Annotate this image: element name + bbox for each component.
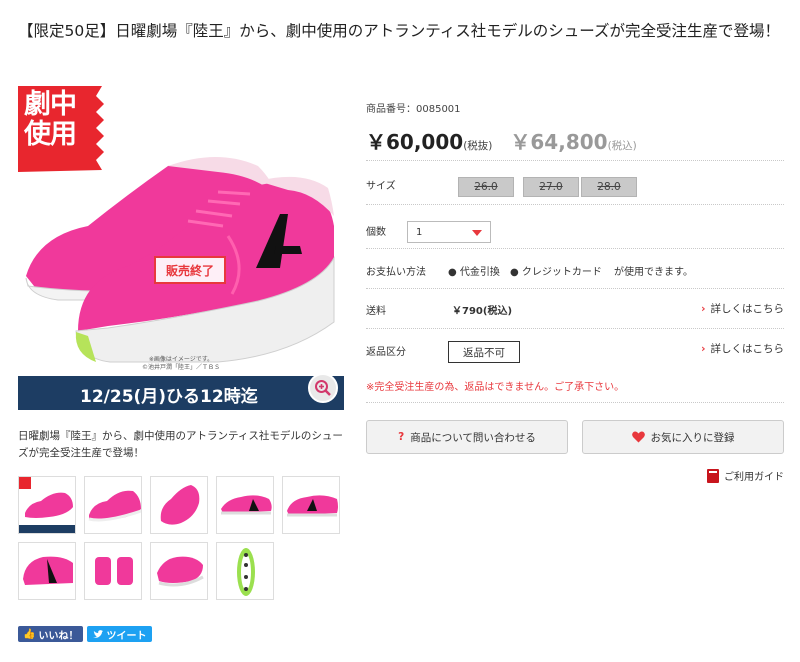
image-note-line-1: ※画像はイメージです。: [148, 356, 214, 363]
product-number: 商品番号：0085001: [366, 104, 461, 115]
shipping-detail-link[interactable]: › 詳しくはこちら: [701, 301, 784, 316]
price-including-tax-note: (税込): [607, 140, 637, 152]
divider: [366, 402, 784, 403]
quantity-label: 個数: [366, 227, 386, 238]
zoom-in-icon: [315, 380, 331, 396]
chevron-right-icon: ›: [701, 343, 706, 355]
returns-row: 返品区分 返品不可 › 詳しくはこちら: [366, 328, 784, 370]
shipping-label: 送料: [366, 306, 386, 317]
quantity-value: 1: [416, 226, 423, 238]
badge-line-1: 劇中: [24, 89, 77, 120]
size-option-26[interactable]: 26.0: [458, 177, 514, 197]
payment-method-cod: ● 代金引換: [448, 267, 500, 278]
thumbnail-2[interactable]: [84, 476, 142, 534]
thumbnail-3[interactable]: [150, 476, 208, 534]
price-tax-note: (税抜): [463, 140, 493, 152]
thumbnail-6[interactable]: [18, 542, 76, 600]
inquiry-label: 商品について問い合わせる: [410, 431, 536, 444]
user-guide-label: ご利用ガイド: [724, 472, 784, 483]
payment-label: お支払い方法: [366, 267, 426, 278]
payment-method-card: ● クレジットカード: [510, 267, 602, 278]
size-option-28[interactable]: 28.0: [581, 177, 637, 197]
dropdown-arrow-icon: [472, 230, 482, 236]
image-note: ※画像はイメージです。 ©池井戸潤「陸王」／ＴＢＳ: [18, 356, 344, 372]
main-product-image[interactable]: 劇中 使用 販売終了 ※画像はイメージです。 ©池井戸潤「陸王」／ＴＢＳ 12/…: [18, 86, 344, 412]
chevron-right-icon: ›: [701, 303, 706, 315]
social-buttons: 👍 いいね！ ツイート: [18, 626, 153, 642]
quantity-row: 個数 1: [366, 204, 784, 248]
tweet-button[interactable]: ツイート: [87, 626, 153, 642]
product-description: 日曜劇場『陸王』から、劇中使用のアトランティス社モデルのシューズが完全受注生産で…: [18, 430, 343, 459]
twitter-bird-icon: [93, 629, 104, 638]
book-icon: [707, 468, 719, 483]
returns-detail-link[interactable]: › 詳しくはこちら: [701, 341, 784, 356]
inquiry-button[interactable]: ? 商品について問い合わせる: [366, 420, 568, 454]
size-row: サイズ 26.0 27.0 28.0: [366, 160, 784, 204]
zoom-button[interactable]: [308, 373, 338, 403]
thumbnail-8[interactable]: [150, 542, 208, 600]
favorite-button[interactable]: お気に入りに登録: [582, 420, 784, 454]
shipping-detail-text: 詳しくはこちら: [710, 303, 785, 315]
thumbnail-4[interactable]: [216, 476, 274, 534]
payment-method-cod-text: 代金引換: [459, 267, 500, 278]
question-icon: ?: [398, 431, 405, 443]
shipping-row: 送料 ￥790(税込) › 詳しくはこちら: [366, 288, 784, 328]
badge-line-2: 使用: [24, 119, 77, 150]
facebook-like-button[interactable]: 👍 いいね！: [18, 626, 84, 642]
product-title: 【限定50足】日曜劇場『陸王』から、劇中使用のアトランティス社モデルのシューズが…: [18, 22, 781, 40]
payment-method-card-text: クレジットカード: [521, 267, 602, 278]
size-label: サイズ: [366, 181, 396, 192]
returns-detail-text: 詳しくはこちら: [710, 343, 785, 355]
thumbnail-5[interactable]: [282, 476, 340, 534]
quantity-select[interactable]: 1: [407, 221, 491, 243]
size-option-27[interactable]: 27.0: [523, 177, 579, 197]
shipping-fee: ￥790(税込): [452, 306, 513, 317]
payment-row: お支払い方法 ● 代金引換 ● クレジットカード が使用できます。: [366, 248, 784, 288]
favorite-label: お気に入りに登録: [650, 431, 735, 444]
user-guide-link[interactable]: ご利用ガイド: [706, 468, 784, 483]
no-return-notice: ※完全受注生産の為、返品はできません。ご了承下さい。: [366, 382, 625, 393]
like-label: いいね！: [38, 630, 79, 642]
price-including-tax: ￥64,800: [510, 130, 608, 154]
returns-value: 返品不可: [448, 341, 520, 363]
sold-out-label: 販売終了: [154, 256, 226, 284]
thumbnail-7[interactable]: [84, 542, 142, 600]
price-row: ￥60,000 (税抜) ￥64,800 (税込): [366, 126, 637, 155]
payment-suffix: が使用できます。: [614, 267, 693, 278]
thumbnail-1[interactable]: [18, 476, 76, 534]
price: ￥60,000: [366, 130, 464, 154]
image-note-line-2: ©池井戸潤「陸王」／ＴＢＳ: [141, 364, 220, 371]
in-show-badge: 劇中 使用: [18, 86, 106, 174]
thumbs-up-icon: 👍: [23, 628, 36, 640]
thumbnail-9[interactable]: [216, 542, 274, 600]
tweet-label: ツイート: [106, 630, 147, 642]
deadline-banner: 12/25(月)ひる12時迄: [18, 376, 344, 410]
returns-label: 返品区分: [366, 347, 406, 358]
heart-icon: [631, 431, 645, 443]
